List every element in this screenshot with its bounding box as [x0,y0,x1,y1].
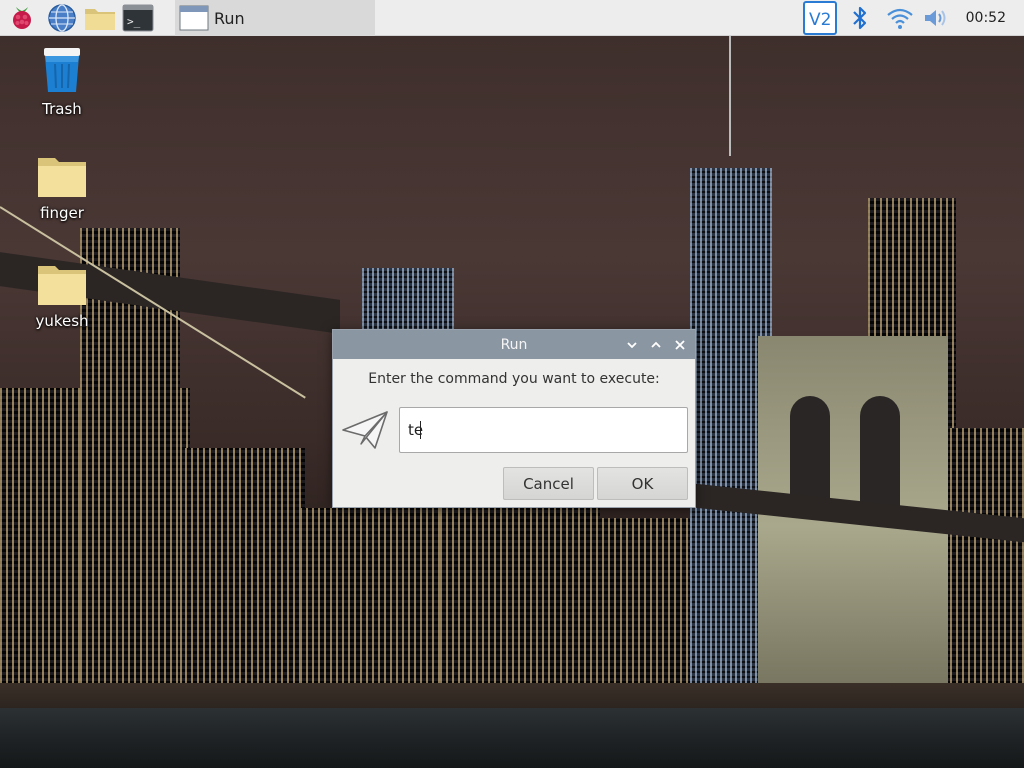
desktop-icon-label: finger [40,204,84,222]
folder-icon [38,158,86,197]
wifi-icon[interactable] [882,0,918,36]
building [440,478,600,708]
window-icon [179,5,209,31]
command-row [333,406,697,454]
desktop-icon-trash[interactable]: Trash [17,44,107,118]
building [590,518,700,708]
building [185,448,305,708]
dialog-titlebar[interactable]: Run [333,330,695,359]
volume-icon[interactable] [918,0,954,36]
clock[interactable]: 00:52 [966,10,1006,26]
bridge-arch [860,396,900,506]
svg-text:V2: V2 [809,10,831,30]
trash-icon [44,48,80,92]
command-input[interactable] [399,407,688,453]
raspberry-menu-icon[interactable] [6,2,38,34]
building [950,428,1024,708]
paper-plane-icon [342,411,388,449]
dialog-prompt: Enter the command you want to execute: [368,371,660,387]
minimize-button[interactable] [623,336,641,354]
run-dialog: Run Enter the command you want to execut… [332,329,696,508]
taskbar-run-button[interactable]: Run [175,0,375,36]
desktop-icon-label: yukesh [35,312,89,330]
cancel-button[interactable]: Cancel [503,467,594,500]
river [0,708,1024,768]
desktop-icon-label: Trash [42,100,82,118]
system-tray: V2 00:52 [802,0,1024,36]
chevron-down-icon [627,341,637,348]
vnc-icon[interactable]: V2 [802,0,838,36]
file-manager-icon[interactable] [84,2,116,34]
text-caret [420,421,421,439]
svg-text:>_: >_ [127,15,141,28]
terminal-icon[interactable]: >_ [122,2,154,34]
top-panel: >_ Run V2 00:52 [0,0,1024,36]
tower-spire [729,36,731,156]
bluetooth-icon[interactable] [842,0,878,36]
dialog-title: Run [500,336,528,353]
folder-icon [38,266,86,305]
close-button[interactable] [671,336,689,354]
window-controls [623,330,689,359]
desktop-icon-yukesh[interactable]: yukesh [17,262,107,330]
ok-button[interactable]: OK [597,467,688,500]
maximize-button[interactable] [647,336,665,354]
building [300,508,460,708]
desktop-icon-finger[interactable]: finger [17,154,107,222]
taskbar-run-label: Run [214,8,245,28]
bridge-arch [790,396,830,506]
web-browser-icon[interactable] [46,2,78,34]
chevron-up-icon [651,341,661,348]
close-icon [675,339,685,350]
